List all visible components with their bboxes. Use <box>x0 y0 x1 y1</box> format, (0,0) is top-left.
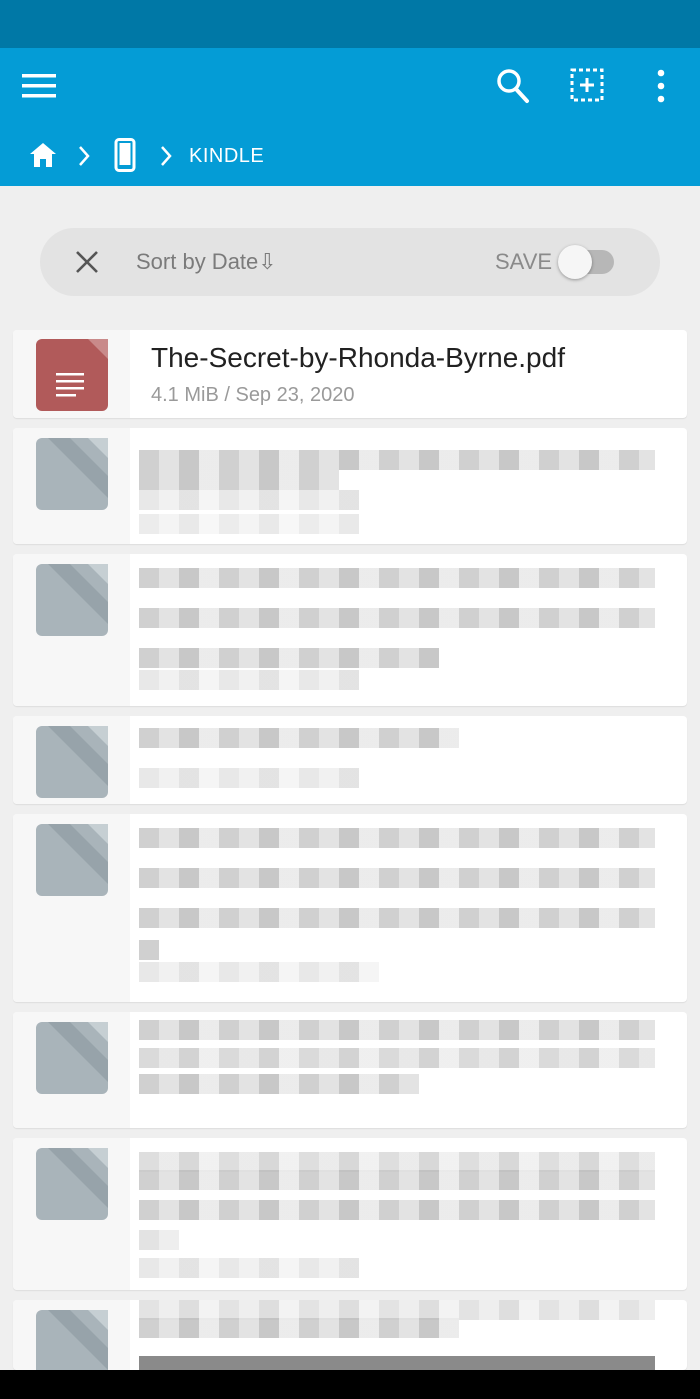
generic-file-icon <box>36 1148 108 1220</box>
chevron-right-icon <box>79 146 90 166</box>
hamburger-menu-icon[interactable] <box>22 72 56 100</box>
file-meta: 4.1 MiB / Sep 23, 2020 <box>151 384 355 406</box>
file-row[interactable] <box>13 428 687 544</box>
generic-file-icon <box>36 824 108 896</box>
file-row[interactable] <box>13 716 687 804</box>
generic-file-icon <box>36 1022 108 1094</box>
redacted-file-info <box>139 428 655 544</box>
toggle-thumb[interactable] <box>558 245 592 279</box>
file-row[interactable] <box>13 814 687 1002</box>
redacted-file-info <box>139 814 655 1002</box>
redacted-file-info <box>139 554 655 706</box>
breadcrumb-item-kindle[interactable]: KINDLE <box>189 144 264 168</box>
app-bar: KINDLE <box>0 48 700 186</box>
file-row[interactable] <box>13 1012 687 1128</box>
generic-file-icon <box>36 726 108 798</box>
file-row[interactable] <box>13 554 687 706</box>
breadcrumb: KINDLE <box>0 136 700 176</box>
sort-bar: Sort by Date⇩ SAVE <box>40 228 660 296</box>
navigation-bar <box>0 1370 700 1399</box>
generic-file-icon <box>36 438 108 510</box>
redacted-file-info <box>139 716 655 804</box>
redacted-file-info <box>139 1138 655 1290</box>
file-row[interactable]: The-Secret-by-Rhonda-Byrne.pdf 4.1 MiB /… <box>13 330 687 418</box>
save-sort-label: SAVE <box>495 249 553 274</box>
select-all-icon[interactable] <box>570 68 604 102</box>
pdf-file-icon <box>36 339 108 411</box>
redacted-file-info <box>139 1012 655 1128</box>
chevron-right-icon <box>161 146 172 166</box>
home-icon[interactable] <box>28 140 58 170</box>
search-icon[interactable] <box>496 68 530 104</box>
file-name: The-Secret-by-Rhonda-Byrne.pdf <box>151 342 565 373</box>
generic-file-icon <box>36 564 108 636</box>
file-row[interactable] <box>13 1138 687 1290</box>
sort-by-date-button[interactable]: Sort by Date⇩ <box>136 248 277 276</box>
more-vert-icon[interactable] <box>652 68 670 104</box>
smartphone-icon[interactable] <box>114 138 136 172</box>
close-icon[interactable] <box>74 249 100 275</box>
status-bar <box>0 0 700 48</box>
file-row[interactable] <box>13 1300 687 1382</box>
redacted-file-info <box>139 1300 655 1370</box>
